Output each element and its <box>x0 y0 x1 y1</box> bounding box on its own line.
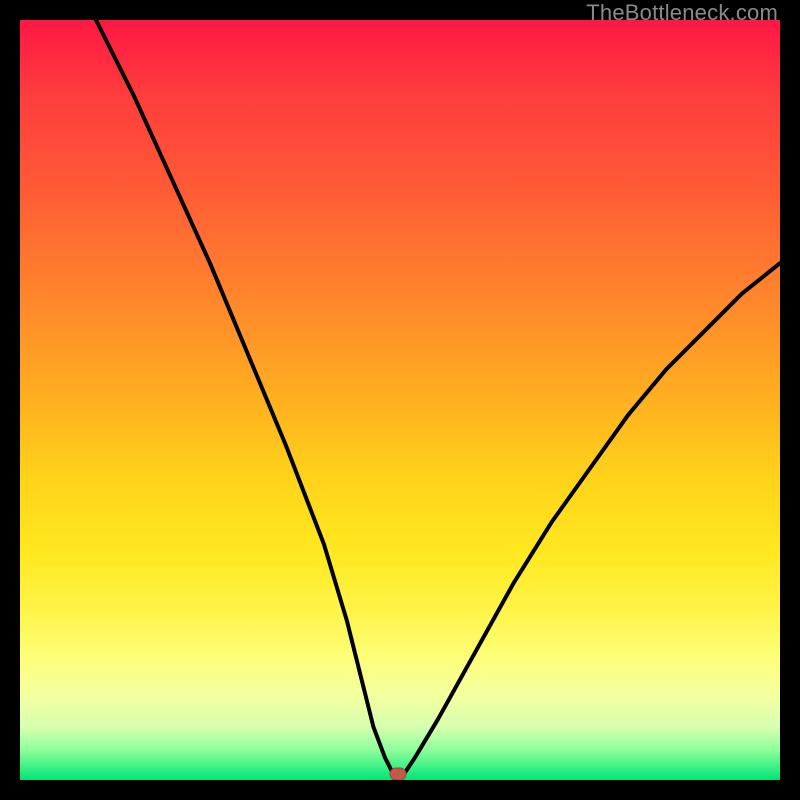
curve-path <box>96 20 780 780</box>
chart-frame: TheBottleneck.com <box>0 0 800 800</box>
optimal-point-marker <box>390 768 406 780</box>
plot-area <box>20 20 780 780</box>
bottleneck-curve <box>20 20 780 780</box>
